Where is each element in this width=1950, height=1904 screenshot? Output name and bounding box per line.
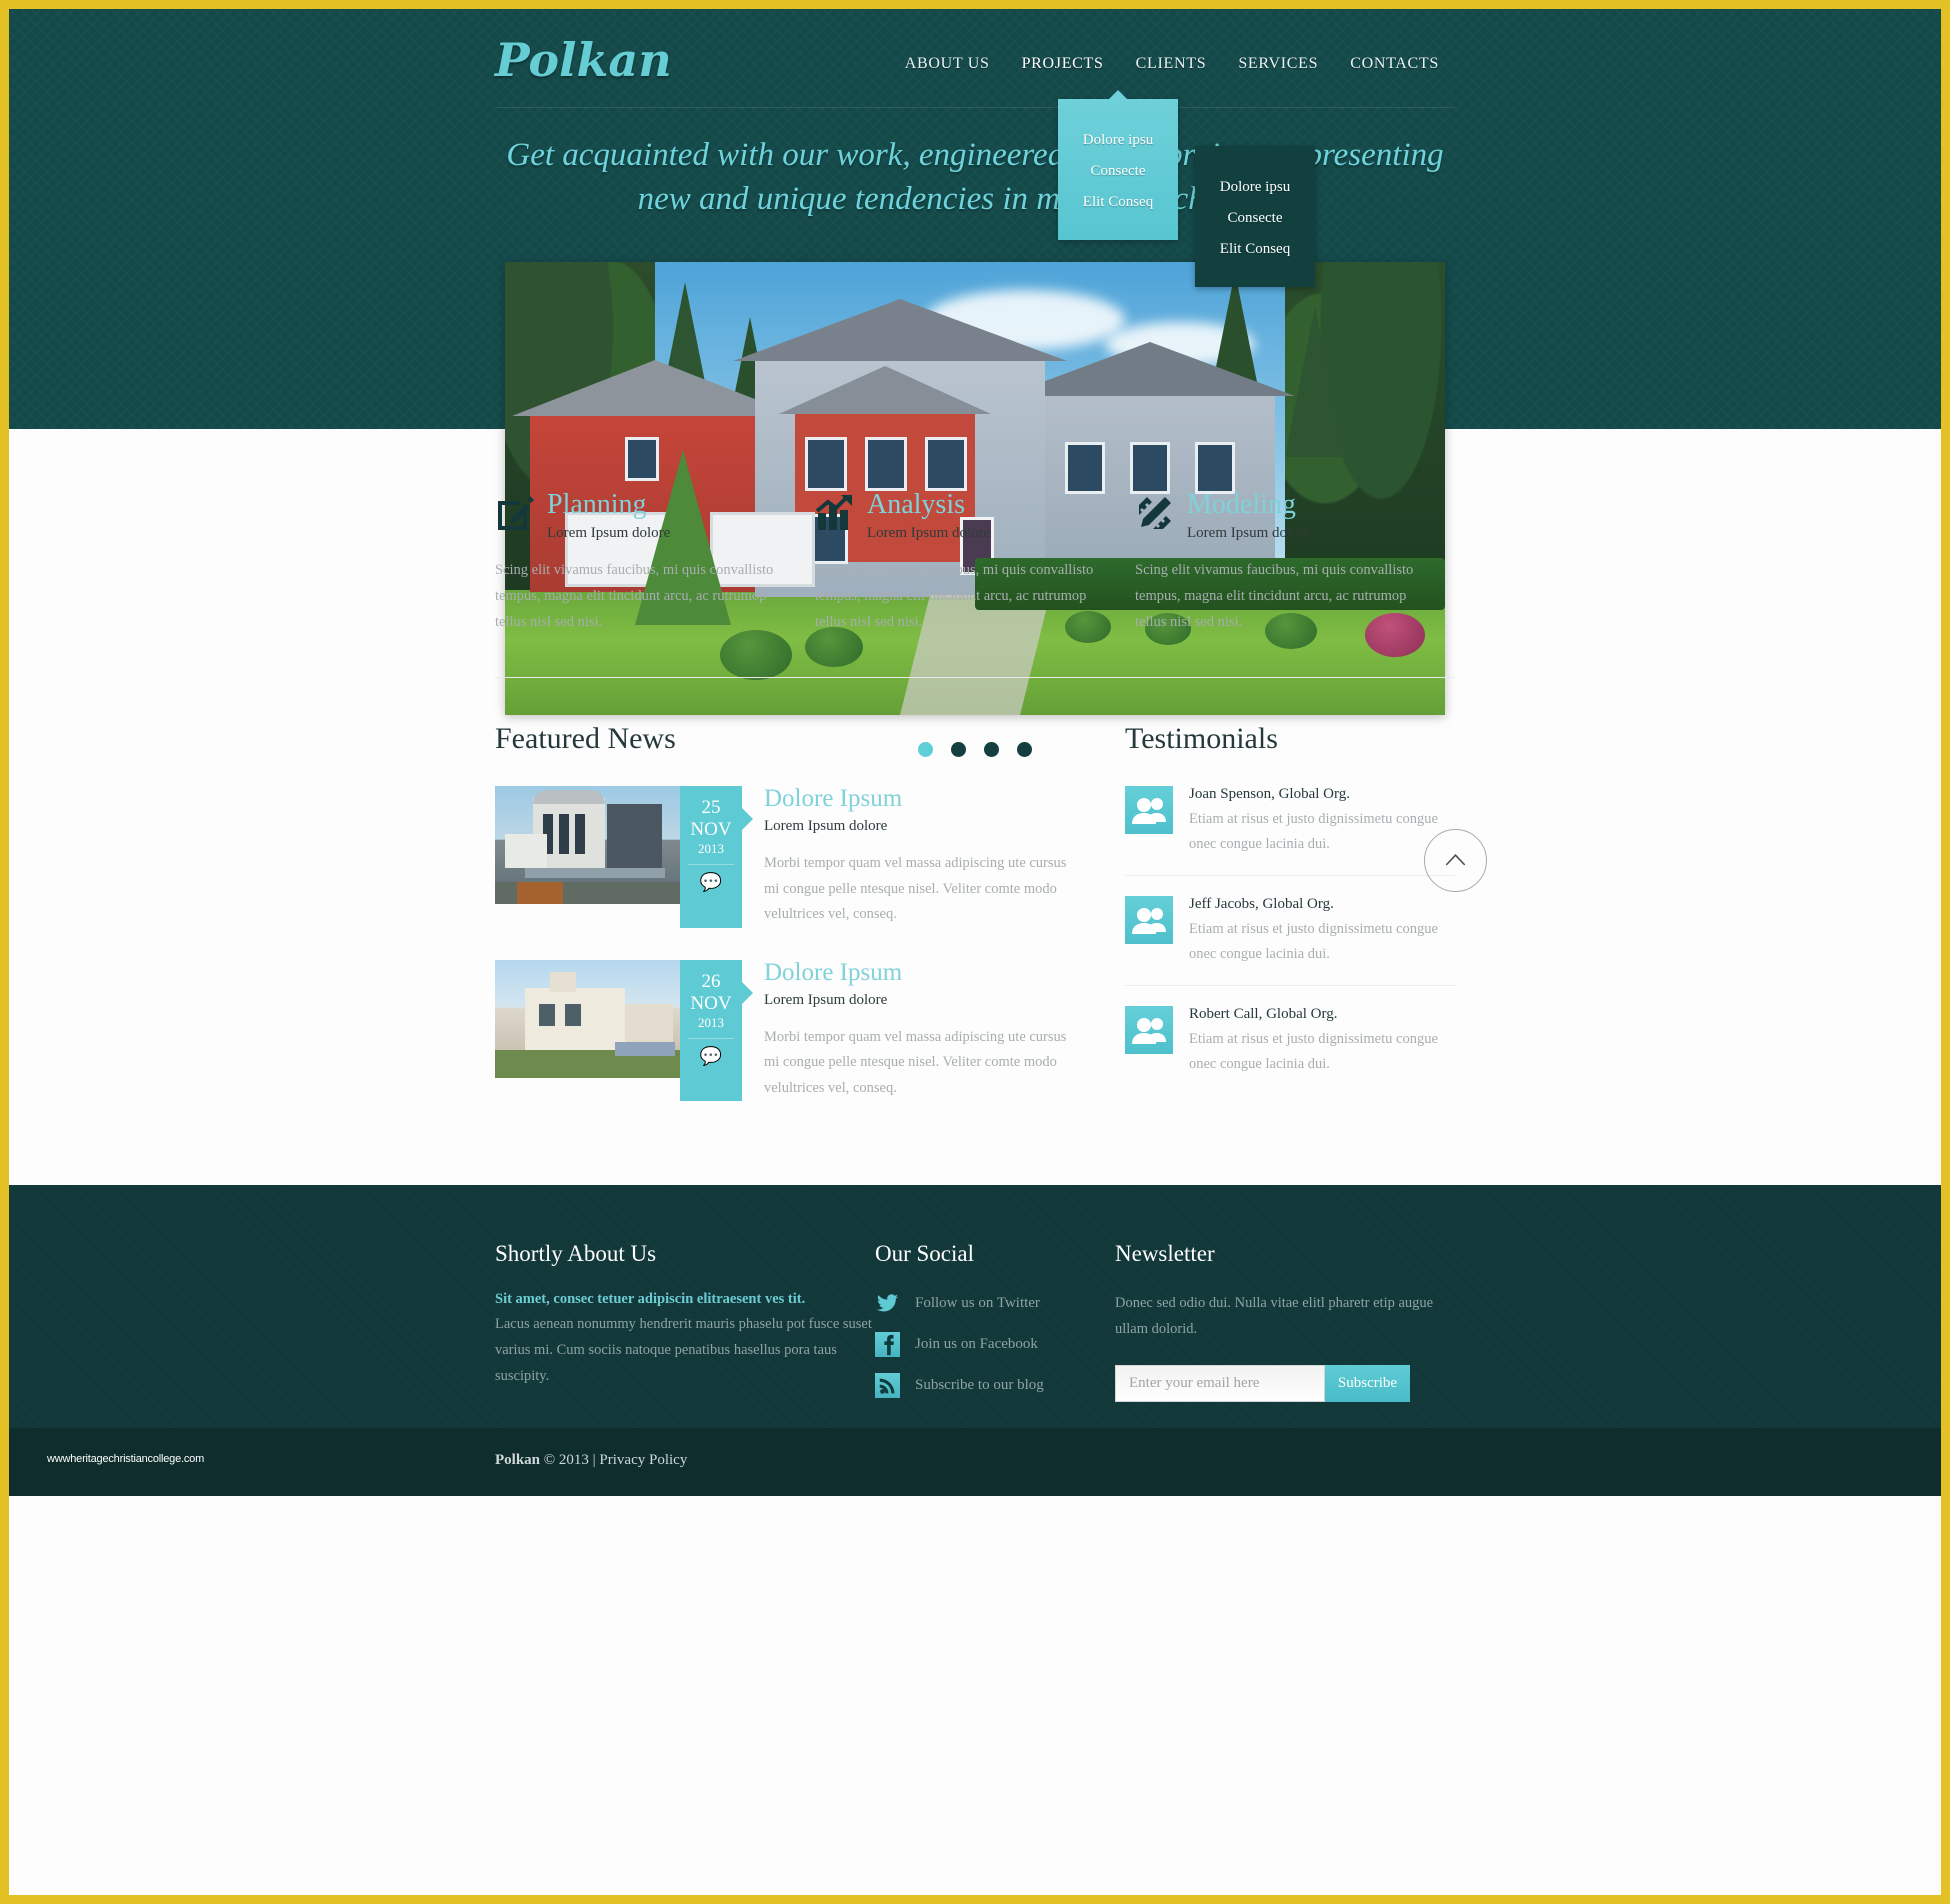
newsletter-email-input[interactable]	[1115, 1364, 1325, 1402]
dropdown-item-elit-conseq[interactable]: Elit Conseq	[1058, 187, 1178, 218]
service-subtitle: Lorem Ipsum dolore	[867, 525, 991, 541]
news-date-year: 2013	[698, 841, 724, 857]
footer-newsletter-text: Donec sed odio dui. Nulla vitae elitl ph…	[1115, 1295, 1434, 1337]
testimonials-section: Testimonials Joan Spenson, Global Org. E…	[1125, 722, 1455, 1133]
news-item: 25 NOV 2013 💬 Dolore Ipsum Lorem Ipsum d…	[495, 786, 1075, 928]
news-date-badge: 26 NOV 2013 💬	[680, 959, 753, 1102]
site-logo[interactable]: Polkan	[495, 33, 672, 87]
copyright-bar: wwwheritagechristiancollege.com Polkan ©…	[9, 1428, 1941, 1497]
news-item: 26 NOV 2013 💬 Dolore Ipsum Lorem Ipsum d…	[495, 959, 1075, 1102]
bar-chart-arrow-icon	[815, 493, 855, 533]
service-title: Modeling	[1187, 489, 1296, 520]
news-thumbnail[interactable]	[495, 786, 680, 905]
nav-item-clients[interactable]: CLIENTS	[1120, 55, 1223, 73]
news-date-month: NOV	[690, 819, 732, 841]
news-date-day: 26	[701, 970, 721, 992]
service-card-planning: Planning Lorem Ipsum dolore Scing elit v…	[495, 491, 815, 635]
footer-newsletter-title: Newsletter	[1115, 1241, 1215, 1267]
news-title-link[interactable]: Dolore Ipsum	[764, 786, 1075, 811]
services-section: Planning Lorem Ipsum dolore Scing elit v…	[495, 429, 1455, 679]
service-description: Scing elit vivamus faucibus, mi quis con…	[815, 562, 1094, 630]
news-excerpt: Morbi tempor quam vel massa adipiscing u…	[764, 855, 1067, 923]
comments-icon[interactable]: 💬	[680, 1039, 742, 1067]
newsletter-subscribe-button[interactable]: Subscribe	[1325, 1364, 1410, 1402]
nav-item-contacts[interactable]: CONTACTS	[1334, 55, 1455, 73]
nav-item-services[interactable]: SERVICES	[1222, 55, 1334, 73]
main-navigation: ABOUT US PROJECTS CLIENTS SERVICES CONTA…	[889, 55, 1455, 73]
social-label: Join us on Facebook	[915, 1336, 1038, 1353]
nav-item-about-us[interactable]: ABOUT US	[889, 55, 1006, 73]
testimonial-item: Joan Spenson, Global Org. Etiam at risus…	[1125, 786, 1455, 875]
footer-about-column: Shortly About Us Sit amet, consec tetuer…	[495, 1241, 875, 1414]
featured-news-title: Featured News	[495, 722, 676, 756]
footer-social-title: Our Social	[875, 1241, 975, 1267]
news-date-badge: 25 NOV 2013 💬	[680, 786, 753, 928]
footer-about-title: Shortly About Us	[495, 1241, 657, 1267]
news-subtitle: Lorem Ipsum dolore	[764, 991, 888, 1008]
service-title: Planning	[547, 489, 647, 520]
news-thumbnail[interactable]	[495, 959, 680, 1078]
header-divider	[495, 107, 1455, 108]
testimonial-text: Etiam at risus et justo dignissimetu con…	[1189, 921, 1438, 963]
service-description: Scing elit vivamus faucibus, mi quis con…	[1135, 562, 1414, 630]
footer-about-lead: Sit amet, consec tetuer adipiscin elitra…	[495, 1291, 806, 1308]
testimonial-item: Robert Call, Global Org. Etiam at risus …	[1125, 985, 1455, 1095]
footer-social-column: Our Social Follow us on Twitter Join us …	[875, 1241, 1115, 1414]
nav-item-projects[interactable]: PROJECTS	[1006, 55, 1120, 73]
service-title: Analysis	[867, 489, 965, 520]
projects-dropdown-light[interactable]: Dolore ipsu Consecte Elit Conseq	[1058, 90, 1178, 240]
social-link-twitter[interactable]: Follow us on Twitter	[875, 1291, 1115, 1316]
copyright-brand: Polkan	[495, 1452, 541, 1469]
page-root: Polkan ABOUT US PROJECTS CLIENTS SERVICE…	[9, 9, 1941, 1895]
testimonial-author: Robert Call, Global Org.	[1189, 1006, 1338, 1023]
news-title-link[interactable]: Dolore Ipsum	[764, 960, 1075, 985]
news-date-year: 2013	[698, 1014, 724, 1030]
site-header: Polkan ABOUT US PROJECTS CLIENTS SERVICE…	[9, 9, 1941, 757]
featured-news-section: Featured News 25 NOV 2013 💬 Dolore Ipsum…	[495, 722, 1075, 1133]
scroll-to-top-button[interactable]	[1424, 829, 1487, 892]
service-card-analysis: Analysis Lorem Ipsum dolore Scing elit v…	[815, 491, 1135, 635]
dropdown-item-consecte[interactable]: Consecte	[1195, 203, 1315, 234]
users-avatar-icon	[1125, 786, 1173, 835]
social-label: Subscribe to our blog	[915, 1377, 1044, 1394]
social-link-rss[interactable]: Subscribe to our blog	[875, 1373, 1115, 1399]
twitter-icon	[875, 1291, 900, 1316]
copyright-text: Polkan © 2013 | Privacy Policy	[495, 1428, 1455, 1469]
main-content: Planning Lorem Ipsum dolore Scing elit v…	[495, 429, 1487, 1133]
copyright-rest: © 2013 | Privacy Policy	[543, 1452, 688, 1469]
comments-icon[interactable]: 💬	[680, 865, 742, 893]
dropdown-item-consecte[interactable]: Consecte	[1058, 156, 1178, 187]
service-description: Scing elit vivamus faucibus, mi quis con…	[495, 562, 774, 630]
lower-sections: Featured News 25 NOV 2013 💬 Dolore Ipsum…	[495, 678, 1455, 1133]
projects-dropdown-dark[interactable]: Dolore ipsu Consecte Elit Conseq	[1195, 146, 1315, 287]
facebook-icon	[875, 1332, 900, 1358]
news-excerpt: Morbi tempor quam vel massa adipiscing u…	[764, 1028, 1067, 1096]
social-link-facebook[interactable]: Join us on Facebook	[875, 1332, 1115, 1358]
social-label: Follow us on Twitter	[915, 1295, 1040, 1312]
testimonial-author: Jeff Jacobs, Global Org.	[1189, 896, 1334, 913]
dropdown-item-elit-conseq[interactable]: Elit Conseq	[1195, 234, 1315, 265]
service-card-modeling: Modeling Lorem Ipsum dolore Scing elit v…	[1135, 491, 1455, 635]
news-date-month: NOV	[690, 992, 732, 1014]
footer-about-text: Lacus aenean nonummy hendrerit mauris ph…	[495, 1316, 872, 1384]
service-subtitle: Lorem Ipsum dolore	[1187, 525, 1311, 541]
users-avatar-icon	[1125, 1006, 1173, 1055]
site-footer: Shortly About Us Sit amet, consec tetuer…	[9, 1185, 1941, 1429]
rss-icon	[875, 1373, 900, 1399]
testimonial-item: Jeff Jacobs, Global Org. Etiam at risus …	[1125, 875, 1455, 985]
footer-newsletter-column: Newsletter Donec sed odio dui. Nulla vit…	[1115, 1241, 1455, 1414]
testimonial-author: Joan Spenson, Global Org.	[1189, 786, 1350, 803]
pencil-square-icon	[495, 493, 535, 533]
testimonial-text: Etiam at risus et justo dignissimetu con…	[1189, 811, 1438, 853]
service-subtitle: Lorem Ipsum dolore	[547, 525, 671, 541]
watermark-text: wwwheritagechristiancollege.com	[47, 1453, 205, 1466]
testimonials-title: Testimonials	[1125, 722, 1278, 756]
dropdown-item-dolore-ipsu[interactable]: Dolore ipsu	[1195, 172, 1315, 203]
users-avatar-icon	[1125, 896, 1173, 945]
testimonial-text: Etiam at risus et justo dignissimetu con…	[1189, 1031, 1438, 1073]
dropdown-item-dolore-ipsu[interactable]: Dolore ipsu	[1058, 125, 1178, 156]
pencil-ruler-icon	[1135, 493, 1175, 533]
news-subtitle: Lorem Ipsum dolore	[764, 818, 888, 835]
news-date-day: 25	[701, 797, 721, 819]
